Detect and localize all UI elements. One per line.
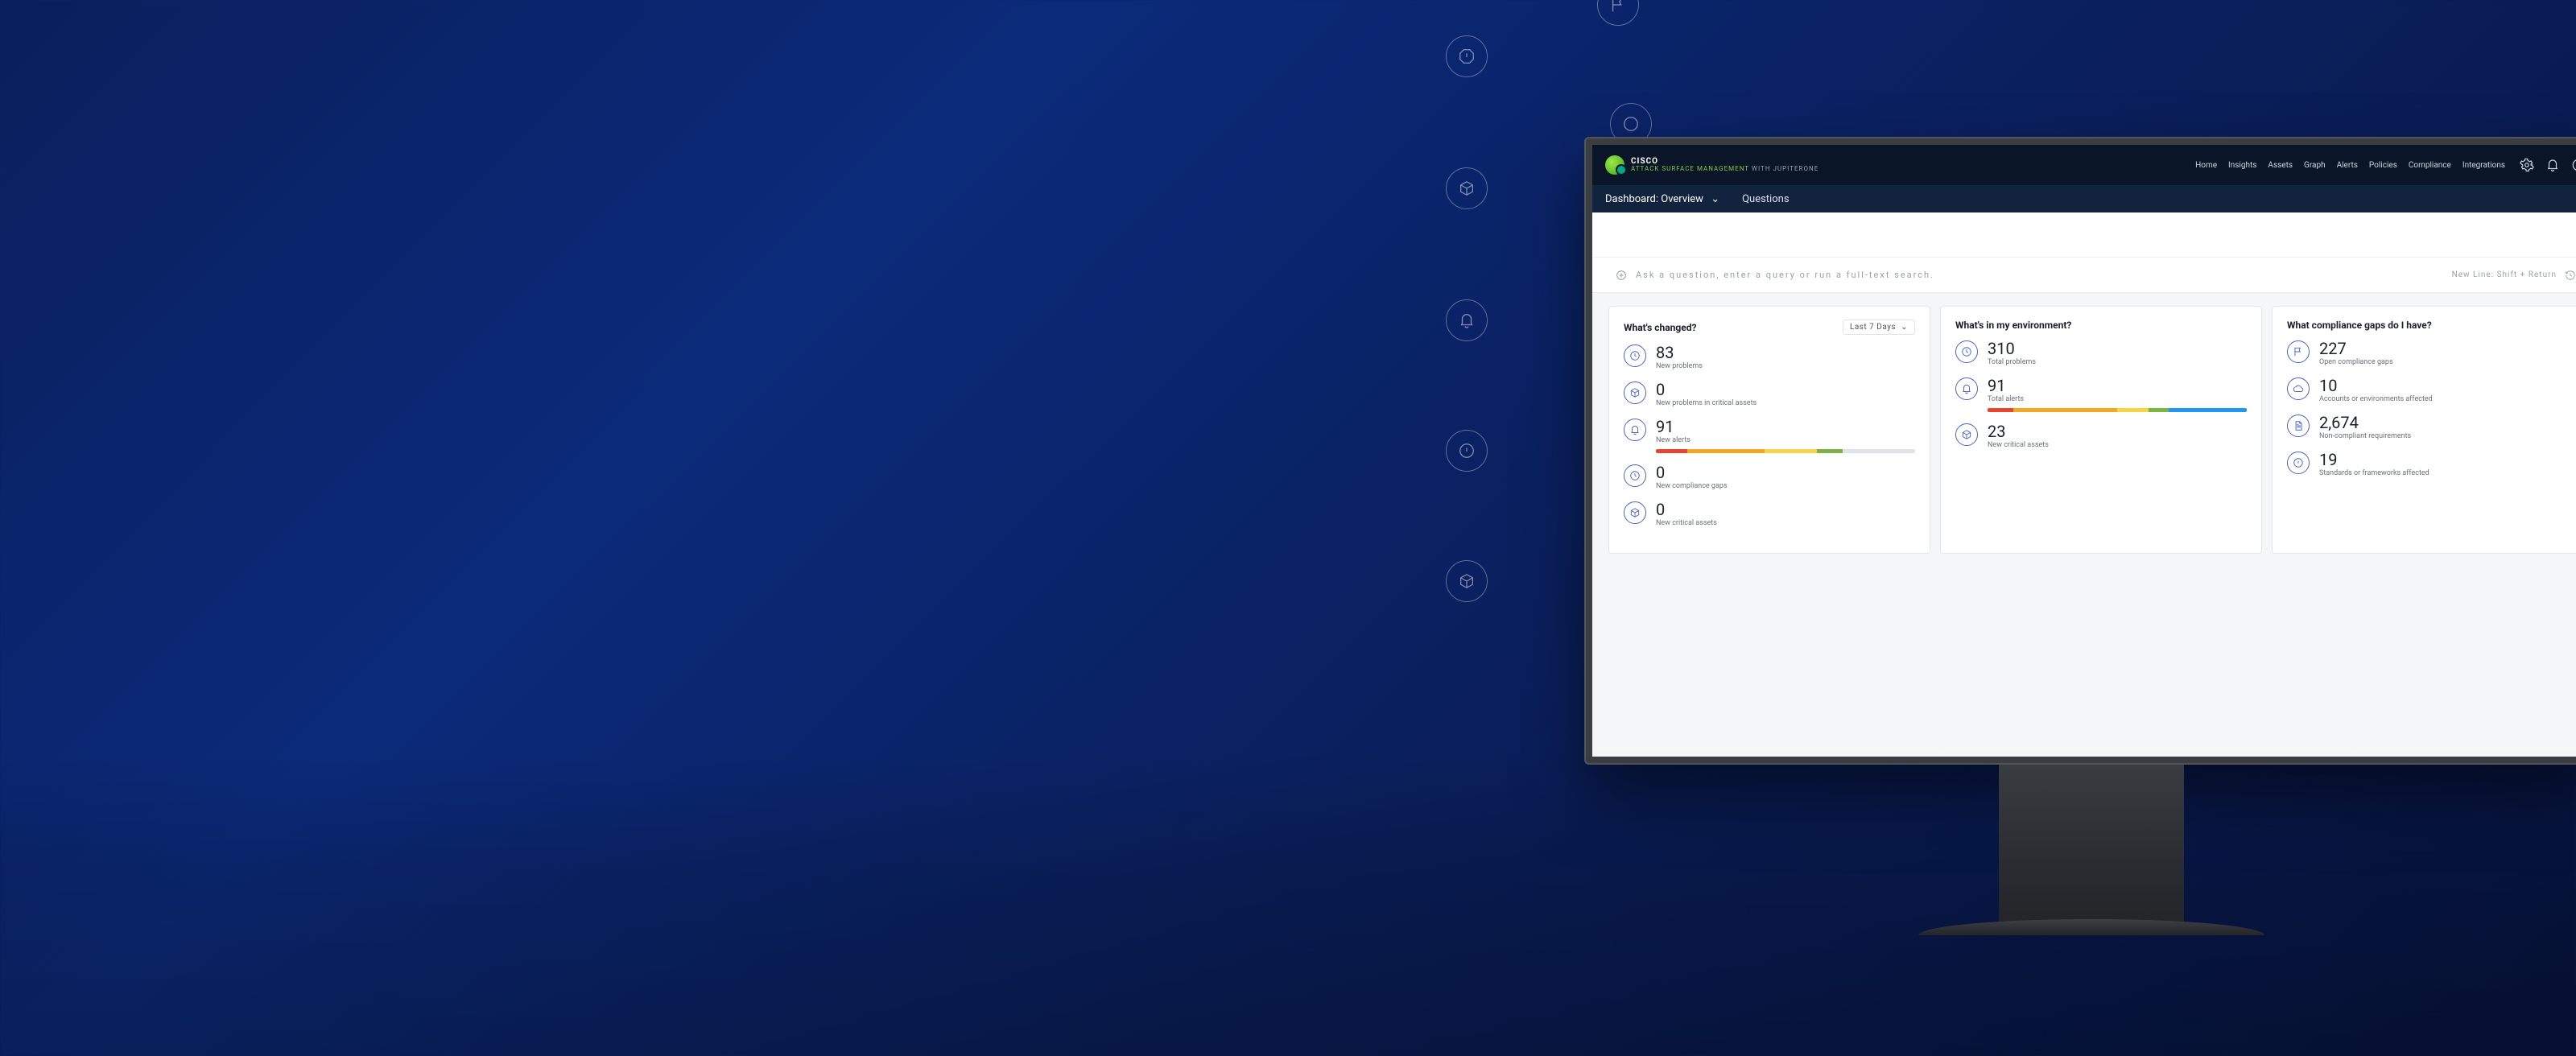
nav-alerts[interactable]: Alerts [2337, 161, 2358, 170]
clock-icon [1955, 340, 1978, 363]
card-title: What's in my environment? [1955, 320, 2071, 331]
app-header: CISCO ATTACK SURFACE MANAGEMENT WITH JUP… [1592, 145, 2576, 185]
card-environment: What's in my environment? 310Total probl… [1940, 306, 2262, 554]
cube-icon [1624, 501, 1646, 524]
metric-total-alerts[interactable]: 91 Total alerts [1955, 377, 2247, 412]
document-icon [2287, 415, 2310, 437]
gear-icon[interactable] [2520, 158, 2534, 172]
blank-strip [1592, 212, 2576, 258]
app-screen: CISCO ATTACK SURFACE MANAGEMENT WITH JUP… [1592, 145, 2576, 757]
cards-area: What's changed? Last 7 Days ⌄ 83New prob… [1592, 293, 2576, 567]
card-title: What compliance gaps do I have? [2287, 320, 2432, 331]
alerts-bar [1656, 449, 1915, 453]
search-sparkle-icon [1615, 269, 1628, 282]
cube-icon [1955, 423, 1978, 446]
monitor-stand [1999, 765, 2184, 926]
subnav-questions[interactable]: Questions [1742, 193, 1789, 205]
deco-octagon-alert-icon [1446, 35, 1488, 77]
card-whats-changed: What's changed? Last 7 Days ⌄ 83New prob… [1608, 306, 1930, 554]
help-icon[interactable] [2571, 158, 2576, 172]
card-compliance-gaps: What compliance gaps do I have? 227Open … [2272, 306, 2576, 554]
monitor-bezel: CISCO ATTACK SURFACE MANAGEMENT WITH JUP… [1584, 137, 2576, 765]
deco-flag-icon [1597, 0, 1639, 26]
monitor: CISCO ATTACK SURFACE MANAGEMENT WITH JUP… [1584, 137, 2576, 765]
nav-graph[interactable]: Graph [2304, 161, 2326, 170]
clock-icon [1624, 464, 1646, 487]
brand-block: CISCO ATTACK SURFACE MANAGEMENT WITH JUP… [1631, 157, 1818, 173]
metric-new-problems-critical[interactable]: 0New problems in critical assets [1624, 382, 1915, 407]
header-icons [2520, 158, 2576, 172]
metric-accounts-affected[interactable]: 10Accounts or environments affected [2287, 377, 2570, 403]
nav-assets[interactable]: Assets [2268, 161, 2293, 170]
deco-circle-alert-icon [1446, 430, 1488, 472]
total-alerts-bar [1988, 408, 2247, 412]
cloud-icon [2287, 377, 2310, 400]
top-nav: Home Insights Assets Graph Alerts Polici… [2195, 161, 2505, 170]
deco-bell-icon [1446, 299, 1488, 341]
nav-policies[interactable]: Policies [2369, 161, 2397, 170]
search-hint: New Line: Shift + Return [2452, 270, 2557, 279]
search-placeholder: Ask a question, enter a query or run a f… [1636, 270, 1934, 280]
flag-icon [2287, 340, 2310, 363]
subnav-dashboard[interactable]: Dashboard: Overview ⌄ [1605, 193, 1719, 205]
nav-integrations[interactable]: Integrations [2462, 161, 2505, 170]
bell-icon [1624, 419, 1646, 441]
bell-icon [1955, 377, 1978, 400]
brand-sub: ATTACK SURFACE MANAGEMENT WITH JUPITERON… [1631, 166, 1818, 173]
metric-env-critical-assets[interactable]: 23New critical assets [1955, 423, 2247, 449]
circle-alert-icon [2287, 452, 2310, 474]
history-icon[interactable] [2565, 270, 2576, 281]
cube-icon [1624, 382, 1646, 404]
metric-noncompliant-req[interactable]: 2,674Non-compliant requirements [2287, 415, 2570, 440]
deco-cube-icon-2 [1446, 560, 1488, 602]
nav-home[interactable]: Home [2195, 161, 2217, 170]
metric-open-gaps[interactable]: 227Open compliance gaps [2287, 340, 2570, 366]
card-title: What's changed? [1624, 322, 1696, 333]
nav-compliance[interactable]: Compliance [2409, 161, 2451, 170]
bell-icon[interactable] [2545, 158, 2560, 172]
deco-cube-icon [1446, 167, 1488, 209]
search-row[interactable]: Ask a question, enter a query or run a f… [1592, 258, 2576, 293]
metric-new-problems[interactable]: 83New problems [1624, 344, 1915, 370]
metric-new-alerts[interactable]: 91 New alerts [1624, 419, 1915, 453]
metric-total-problems[interactable]: 310Total problems [1955, 340, 2247, 366]
metric-standards-affected[interactable]: 19Standards or frameworks affected [2287, 452, 2570, 477]
date-range-picker[interactable]: Last 7 Days ⌄ [1843, 320, 1915, 335]
metric-new-critical-assets[interactable]: 0New critical assets [1624, 501, 1915, 527]
nav-insights[interactable]: Insights [2228, 161, 2256, 170]
logo-icon [1605, 155, 1624, 175]
subnav: Dashboard: Overview ⌄ Questions [1592, 185, 2576, 212]
chevron-down-icon: ⌄ [1711, 193, 1719, 205]
chevron-down-icon: ⌄ [1901, 323, 1908, 332]
metric-new-compliance-gaps[interactable]: 0New compliance gaps [1624, 464, 1915, 490]
clock-icon [1624, 344, 1646, 367]
